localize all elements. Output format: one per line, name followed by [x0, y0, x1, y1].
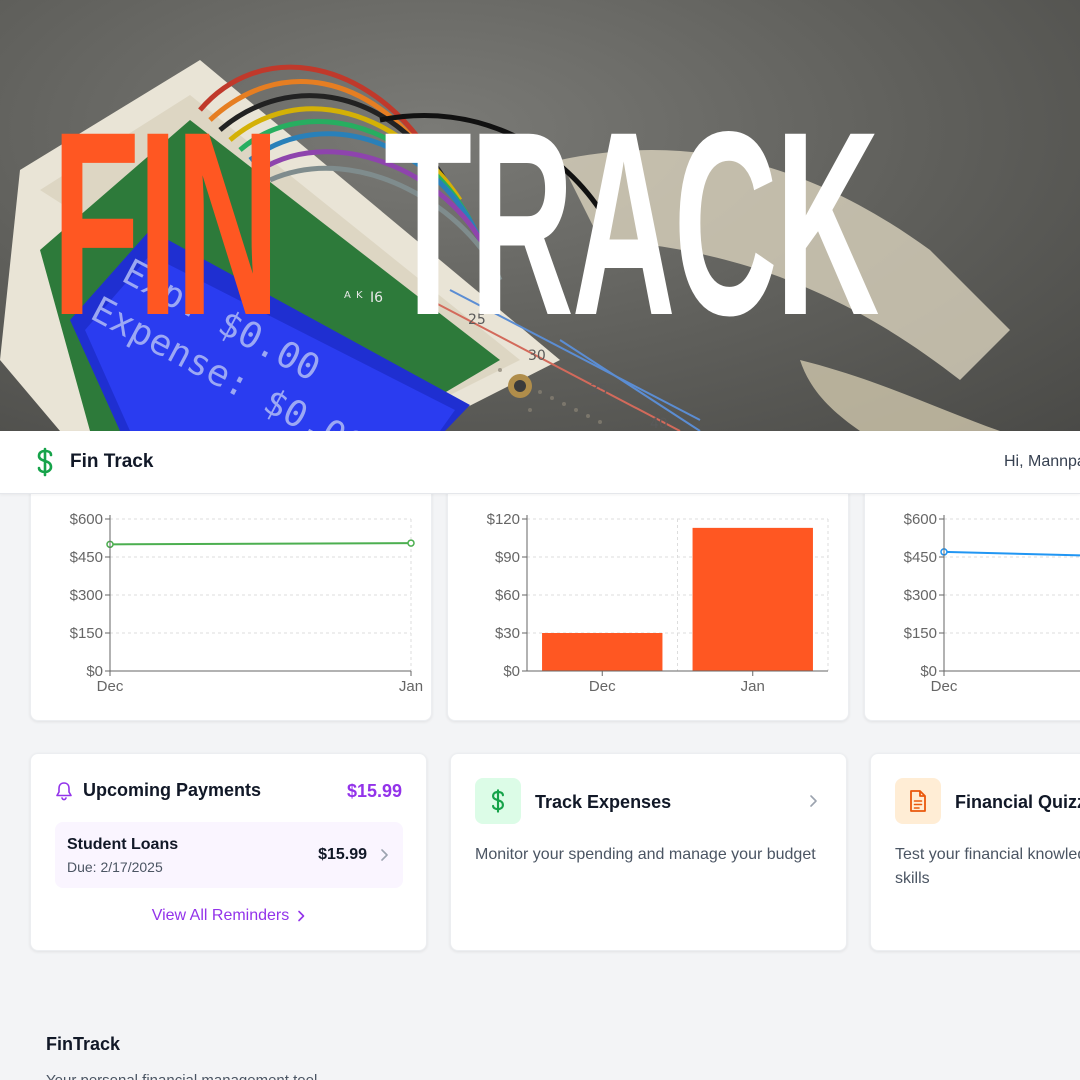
bb-label-35: 35 [590, 382, 608, 398]
dollar-icon [492, 789, 504, 813]
y-tick-label: $300 [904, 587, 937, 604]
y-tick-label: $450 [70, 549, 103, 566]
financial-quizzes-icon-box [895, 778, 941, 824]
payment-name: Student Loans [67, 836, 179, 853]
payment-amount: $15.99 [318, 846, 367, 863]
chevron-right-icon [381, 849, 388, 861]
chart-card-savings: $0 $150 $300 $450 $600 Dec Jan [30, 480, 432, 721]
y-tick-label: $150 [70, 625, 103, 642]
bar-jan[interactable] [692, 527, 813, 671]
upcoming-payments-card: Upcoming Payments $15.99 Student Loans D… [30, 753, 427, 951]
track-expenses-description: Monitor your spending and manage your bu… [475, 846, 816, 863]
series-line [109, 542, 412, 546]
data-point-jan[interactable] [407, 539, 415, 547]
track-expenses-card[interactable]: Track Expenses Monitor your spending and… [450, 753, 847, 951]
y-tick-label: $150 [904, 625, 937, 642]
y-tick-label: $60 [495, 587, 520, 604]
y-tick-label: $30 [495, 625, 520, 642]
hero-title-track: TRACK [384, 77, 879, 370]
x-tick-label: Jan [741, 678, 765, 695]
user-greeting[interactable]: Hi, Mannpa [1004, 453, 1080, 471]
x-tick-label: Jan [399, 678, 423, 695]
footer-subtitle: Your personal financial management tool [46, 1072, 317, 1080]
series-line [943, 550, 1080, 557]
line-chart-1: $0$150$300$450$600Dec Jan [70, 511, 423, 695]
bar-chart: $0 $30 $60 $90 $120 Dec Jan [487, 511, 829, 695]
view-all-label: View All Reminders [151, 907, 290, 924]
financial-quizzes-card[interactable]: Financial Quizzes Test your financial kn… [870, 753, 1080, 951]
document-icon [910, 790, 926, 812]
x-tick-label: Dec [931, 678, 958, 695]
top-navbar: Fin Track Hi, Mannpa [0, 431, 1080, 494]
y-tick-label: $600 [70, 511, 103, 528]
payment-due-date: Due: 2/17/2025 [67, 859, 163, 875]
x-tick-label: Dec [97, 678, 124, 695]
track-expenses-title: Track Expenses [535, 792, 672, 812]
y-tick-label: $600 [904, 511, 937, 528]
payment-item[interactable]: Student Loans Due: 2/17/2025 $15.99 [55, 822, 403, 888]
chevron-right-icon [298, 910, 305, 922]
hero-title-fin: FIN [52, 77, 280, 370]
brand-name: Fin Track [70, 451, 154, 472]
dollar-icon [37, 447, 53, 477]
chevron-right-icon [810, 795, 817, 807]
hero-title-track-wrap: TRACK [384, 77, 1080, 370]
hero-banner: Exp: $0.00 Expense: $0.00 25 30 35 40 I6… [0, 0, 1080, 431]
x-tick-label: Dec [589, 678, 616, 695]
y-tick-label: $300 [70, 587, 103, 604]
bb-label-40: 40 [650, 416, 668, 431]
financial-quizzes-title: Financial Quizzes [955, 792, 1080, 812]
brand-link[interactable]: Fin Track [34, 447, 153, 477]
y-tick-label: $450 [904, 549, 937, 566]
view-all-reminders-link[interactable]: View All Reminders [31, 907, 426, 925]
chart-card-expenses: $0 $30 $60 $90 $120 Dec Jan [447, 480, 849, 721]
bell-icon [56, 781, 72, 800]
track-expenses-icon-box [475, 778, 521, 824]
line-chart-2: $0$150$300$450$600DecJan [904, 511, 1080, 695]
upcoming-title: Upcoming Payments [83, 780, 262, 800]
bar-dec[interactable] [542, 633, 663, 671]
footer-title: FinTrack [46, 1034, 121, 1054]
y-tick-label: $0 [503, 663, 520, 680]
financial-quizzes-description: Test your financial knowledge skills [895, 846, 1080, 887]
y-tick-label: $120 [487, 511, 520, 528]
upcoming-total: $15.99 [346, 781, 402, 801]
y-tick-label: $90 [495, 549, 520, 566]
chart-card-budget: $0$150$300$450$600DecJan [864, 480, 1080, 721]
upcoming-header: Upcoming Payments [55, 780, 261, 801]
